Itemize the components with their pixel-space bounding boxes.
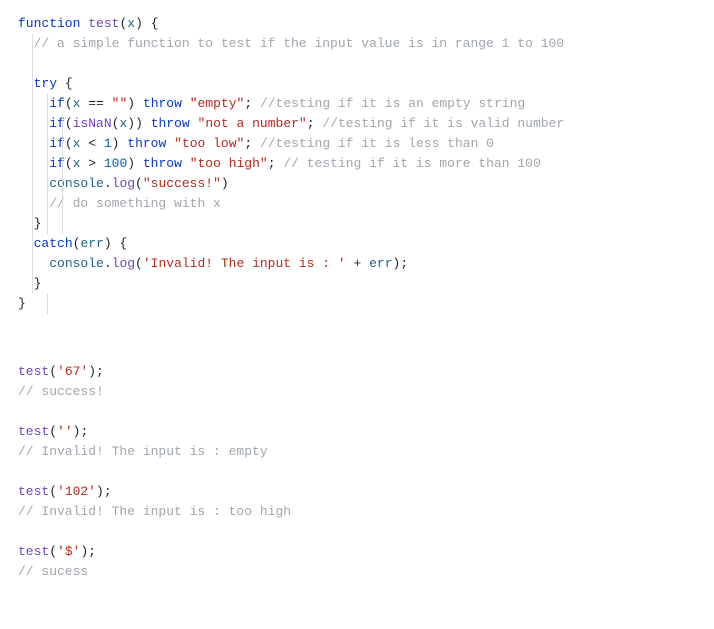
code-line: }: [18, 274, 696, 294]
code-line: // do something with x: [18, 194, 696, 214]
comment: //testing if it is less than 0: [252, 136, 494, 151]
comment: //testing if it is an empty string: [252, 96, 525, 111]
comment: //testing if it is valid number: [315, 116, 565, 131]
brace-open: {: [143, 16, 159, 31]
keyword-if: if: [49, 96, 65, 111]
calls-block: test('67'); // success! test(''); // Inv…: [18, 342, 696, 582]
comment: // do something with x: [49, 196, 221, 211]
call-line: test('$');: [18, 542, 696, 562]
output-line: // Invalid! The input is : empty: [18, 442, 696, 462]
function-name: test: [88, 16, 119, 31]
comment: // testing if it is more than 100: [276, 156, 541, 171]
keyword-try: try: [34, 76, 57, 91]
code-line: console.log("success!"): [18, 174, 696, 194]
call-line: test('67');: [18, 362, 696, 382]
param-x: x: [127, 16, 135, 31]
code-line: }: [18, 214, 696, 234]
code-line: }: [18, 294, 696, 314]
comment: // a simple function to test if the inpu…: [34, 36, 565, 51]
output-line: // success!: [18, 382, 696, 402]
code-line: catch(err) {: [18, 234, 696, 254]
console-obj: console: [49, 176, 104, 191]
code-line: function test(x) {: [18, 14, 696, 34]
code-block: function test(x) { // a simple function …: [18, 14, 696, 314]
paren-close: ): [135, 16, 143, 31]
call-line: test('');: [18, 422, 696, 442]
code-line: if(x == "") throw "empty"; //testing if …: [18, 94, 696, 114]
output-line: // sucess: [18, 562, 696, 582]
keyword-function: function: [18, 16, 80, 31]
call-line: test('102');: [18, 482, 696, 502]
output-line: // Invalid! The input is : too high: [18, 502, 696, 522]
blank-line: [18, 54, 696, 74]
code-line: if(isNaN(x)) throw "not a number"; //tes…: [18, 114, 696, 134]
code-line: if(x < 1) throw "too low"; //testing if …: [18, 134, 696, 154]
code-line: console.log('Invalid! The input is : ' +…: [18, 254, 696, 274]
code-line: if(x > 100) throw "too high"; // testing…: [18, 154, 696, 174]
log-method: log: [112, 176, 135, 191]
code-line: // a simple function to test if the inpu…: [18, 34, 696, 54]
code-line: try {: [18, 74, 696, 94]
fn-isnan: isNaN: [73, 116, 112, 131]
keyword-throw: throw: [143, 96, 182, 111]
keyword-catch: catch: [34, 236, 73, 251]
